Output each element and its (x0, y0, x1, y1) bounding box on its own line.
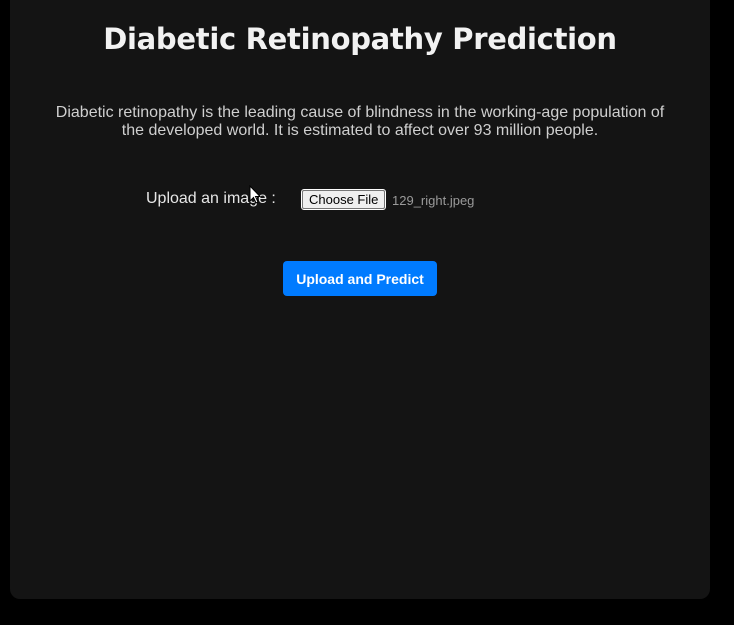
page-description: Diabetic retinopathy is the leading caus… (55, 104, 665, 139)
selected-file-name: 129_right.jpeg (392, 193, 475, 208)
upload-and-predict-button[interactable]: Upload and Predict (283, 261, 437, 296)
page-title: Diabetic Retinopathy Prediction (103, 22, 617, 56)
upload-row: Upload an image : Choose File 129_right.… (10, 188, 710, 212)
main-card: Diabetic Retinopathy Prediction Diabetic… (10, 0, 710, 599)
choose-file-button[interactable]: Choose File (300, 189, 387, 210)
mouse-pointer-icon (249, 185, 261, 204)
